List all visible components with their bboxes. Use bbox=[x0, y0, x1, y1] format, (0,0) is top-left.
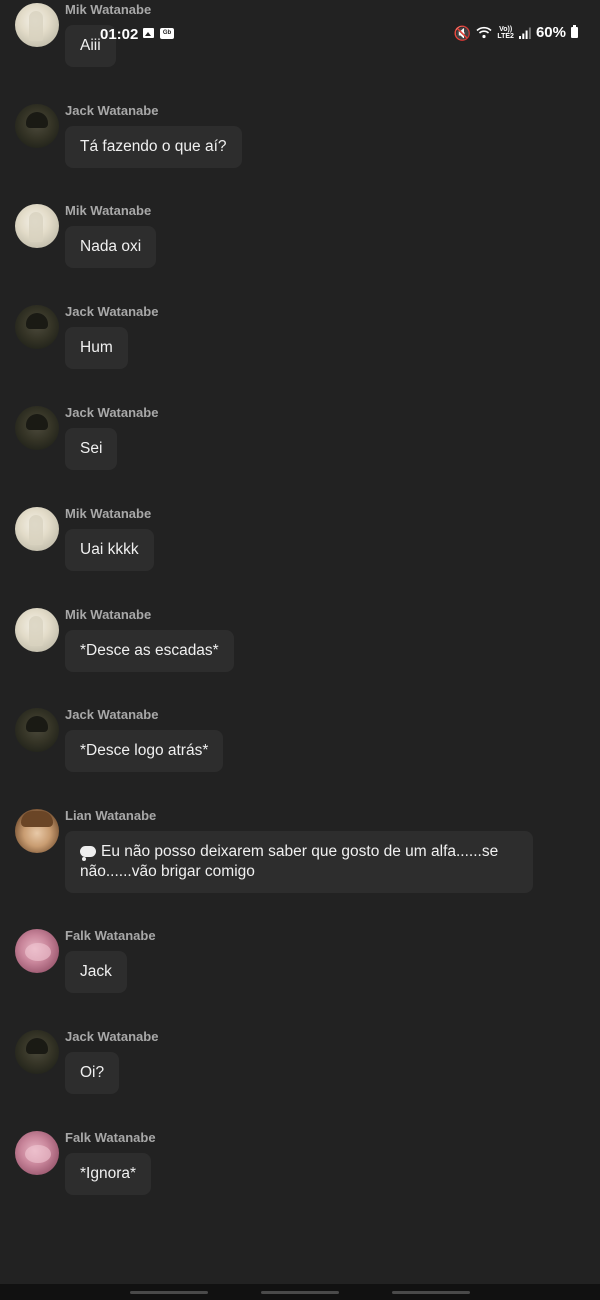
wifi-icon bbox=[476, 26, 492, 39]
avatar[interactable] bbox=[15, 103, 59, 148]
sender-name: Lian Watanabe bbox=[65, 808, 157, 824]
volte-icon: Vo)) LTE2 bbox=[497, 25, 514, 40]
message-text: Uai kkkk bbox=[80, 540, 139, 558]
sender-name: Jack Watanabe bbox=[65, 707, 159, 723]
message-item: Jack Watanabe Sei bbox=[0, 401, 600, 502]
sender-name: Mik Watanabe bbox=[65, 1, 152, 17]
avatar[interactable] bbox=[15, 607, 59, 652]
message-item: Mik Watanabe *Desce as escadas* bbox=[0, 603, 600, 704]
app-notification-icon: Gb bbox=[160, 28, 174, 39]
avatar[interactable] bbox=[15, 1029, 59, 1074]
avatar[interactable] bbox=[15, 405, 59, 450]
message-text: Hum bbox=[80, 339, 113, 357]
message-text: Oi? bbox=[80, 1063, 105, 1081]
sender-name: Jack Watanabe bbox=[65, 102, 159, 118]
avatar[interactable] bbox=[15, 1130, 59, 1175]
back-button[interactable] bbox=[392, 1291, 470, 1294]
status-time: 01:02 bbox=[100, 26, 139, 43]
message-bubble[interactable]: Nada oxi bbox=[65, 226, 157, 269]
battery-icon bbox=[571, 25, 578, 38]
message-item: Jack Watanabe *Desce logo atrás* bbox=[0, 703, 600, 804]
battery-percentage: 60% bbox=[535, 24, 566, 41]
avatar[interactable] bbox=[15, 929, 59, 974]
chat-screen: Ei Mik Watanabe Aiii Jack Watanabe Tá fa… bbox=[0, 0, 600, 1300]
message-item: Mik Watanabe Nada oxi bbox=[0, 199, 600, 300]
avatar[interactable] bbox=[15, 506, 59, 551]
avatar[interactable] bbox=[15, 809, 59, 854]
sender-name: Jack Watanabe bbox=[65, 304, 159, 320]
message-text: Jack bbox=[80, 963, 112, 981]
message-text: Eu não posso deixarem saber que gosto de… bbox=[80, 843, 499, 881]
sender-name: Jack Watanabe bbox=[65, 1028, 159, 1044]
message-item: Mik Watanabe Uai kkkk bbox=[0, 502, 600, 603]
message-text: *Ignora* bbox=[80, 1164, 137, 1182]
avatar[interactable] bbox=[15, 708, 59, 753]
sender-name: Falk Watanabe bbox=[65, 1129, 156, 1145]
recent-apps-button[interactable] bbox=[130, 1291, 208, 1294]
status-bar: 01:02 Gb 🔇 Vo)) LTE2 60% bbox=[0, 18, 600, 52]
message-bubble[interactable]: Oi? bbox=[65, 1051, 120, 1094]
message-item: Lian Watanabe Eu não posso deixarem sabe… bbox=[0, 804, 600, 924]
message-bubble[interactable]: Sei bbox=[65, 427, 118, 470]
avatar[interactable] bbox=[15, 305, 59, 350]
message-item: Jack Watanabe Tá fazendo o que aí? bbox=[0, 99, 600, 200]
message-text: Sei bbox=[80, 439, 103, 457]
sender-name: Mik Watanabe bbox=[65, 203, 152, 219]
message-bubble[interactable]: Eu não posso deixarem saber que gosto de… bbox=[65, 831, 533, 894]
message-list[interactable]: Ei Mik Watanabe Aiii Jack Watanabe Tá fa… bbox=[0, 0, 600, 1227]
avatar[interactable] bbox=[15, 204, 59, 249]
message-bubble[interactable]: *Desce as escadas* bbox=[65, 629, 234, 672]
message-item: Falk Watanabe *Ignora* bbox=[0, 1126, 600, 1227]
message-item: Falk Watanabe Jack bbox=[0, 924, 600, 1025]
message-bubble[interactable]: *Ignora* bbox=[65, 1152, 152, 1195]
message-text: Nada oxi bbox=[80, 238, 142, 256]
message-text: *Desce as escadas* bbox=[80, 641, 219, 659]
navigation-bar bbox=[0, 1284, 600, 1300]
message-bubble[interactable]: Tá fazendo o que aí? bbox=[65, 125, 242, 168]
message-bubble[interactable]: *Desce logo atrás* bbox=[65, 730, 224, 773]
signal-icon bbox=[518, 27, 531, 39]
gallery-icon bbox=[143, 28, 154, 38]
message-text: Tá fazendo o que aí? bbox=[80, 137, 227, 155]
message-item: Jack Watanabe Oi? bbox=[0, 1025, 600, 1126]
home-button[interactable] bbox=[261, 1291, 339, 1294]
thought-balloon-icon bbox=[80, 846, 96, 862]
mute-icon: 🔇 bbox=[453, 24, 472, 41]
sender-name: Falk Watanabe bbox=[65, 928, 156, 944]
sender-name: Jack Watanabe bbox=[65, 404, 159, 420]
message-bubble[interactable]: Jack bbox=[65, 951, 127, 994]
message-bubble[interactable]: Hum bbox=[65, 327, 128, 370]
message-item: Jack Watanabe Hum bbox=[0, 300, 600, 401]
sender-name: Mik Watanabe bbox=[65, 606, 152, 622]
message-bubble[interactable]: Uai kkkk bbox=[65, 528, 154, 571]
sender-name: Mik Watanabe bbox=[65, 505, 152, 521]
message-text: *Desce logo atrás* bbox=[80, 742, 209, 760]
